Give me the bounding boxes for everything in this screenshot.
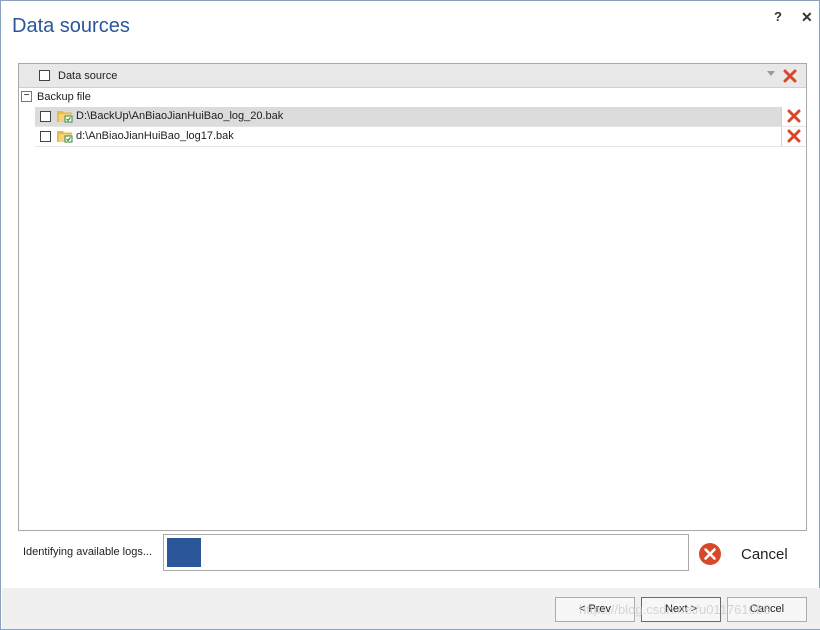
data-source-grid: Data source − Backup file D:\BackUp\AnBi [18, 63, 807, 531]
column-filter-dropdown-icon[interactable] [767, 71, 775, 76]
table-row[interactable]: D:\BackUp\AnBiaoJianHuiBao_log_20.bak [35, 107, 806, 127]
row-label: d:\AnBiaoJianHuiBao_log17.bak [76, 130, 234, 142]
column-header-data-source[interactable]: Data source [58, 70, 117, 82]
group-label: Backup file [37, 91, 91, 103]
row-checkbox[interactable] [40, 131, 51, 142]
select-all-checkbox[interactable] [39, 70, 50, 81]
cancel-operation-icon[interactable] [698, 542, 722, 566]
cancel-operation-link[interactable]: Cancel [741, 546, 788, 563]
row-divider [781, 127, 782, 146]
remove-row-icon[interactable] [787, 129, 801, 143]
dialog-window: Data sources ? ✕ Data source − Backup fi… [0, 0, 820, 630]
group-row-backup-file: − Backup file [19, 88, 806, 106]
table-row[interactable]: d:\AnBiaoJianHuiBao_log17.bak [35, 127, 806, 147]
watermark: https://blog.csdn.net/u011761086 [579, 602, 771, 617]
row-label: D:\BackUp\AnBiaoJianHuiBao_log_20.bak [76, 110, 284, 122]
status-text: Identifying available logs... [23, 546, 153, 558]
collapse-group-toggle[interactable]: − [21, 91, 32, 102]
remove-row-icon[interactable] [787, 109, 801, 123]
backup-file-icon [57, 109, 73, 123]
help-button[interactable]: ? [774, 9, 782, 24]
dialog-title: Data sources [12, 15, 130, 37]
remove-all-icon[interactable] [783, 69, 797, 83]
progress-fill [167, 538, 201, 567]
row-checkbox[interactable] [40, 111, 51, 122]
grid-header: Data source [19, 64, 806, 88]
progress-bar [163, 534, 689, 571]
row-divider [781, 107, 782, 126]
close-button[interactable]: ✕ [801, 9, 813, 26]
backup-file-icon [57, 129, 73, 143]
